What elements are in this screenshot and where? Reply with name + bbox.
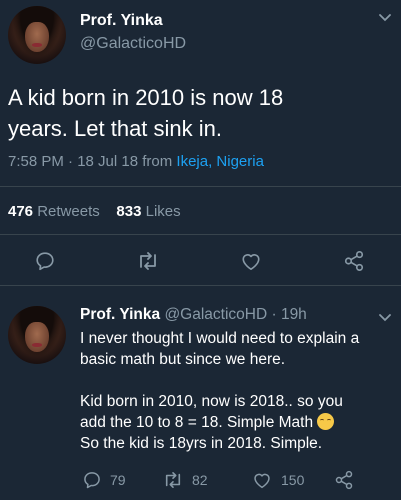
divider bbox=[0, 285, 401, 286]
retweet-icon[interactable] bbox=[136, 251, 160, 271]
share-icon[interactable] bbox=[334, 470, 354, 490]
retweets-stat[interactable]: 476 Retweets bbox=[8, 203, 100, 220]
author-handle[interactable]: @GalacticoHD bbox=[80, 35, 186, 53]
divider bbox=[0, 234, 401, 235]
like-count: 150 bbox=[281, 472, 305, 488]
tweet-meta: 7:58 PM · 18 Jul 18 from Ikeja, Nigeria bbox=[8, 153, 264, 170]
reply-text-line: So the kid is 18yrs in 2018. Simple. bbox=[80, 435, 323, 452]
heart-icon[interactable] bbox=[240, 251, 262, 271]
retweets-count: 476 bbox=[8, 203, 34, 220]
reply-header: Prof. Yinka @GalacticoHD · 19h bbox=[80, 306, 307, 324]
reply-text-line: I never thought I would need to explain … bbox=[80, 330, 360, 347]
relieved-face-emoji bbox=[317, 413, 335, 430]
reply-text-line: basic math but since we here. bbox=[80, 351, 286, 368]
tweet-text-line: A kid born in 2010 is now 18 bbox=[8, 85, 284, 110]
author-display-name[interactable]: Prof. Yinka bbox=[80, 12, 163, 30]
tweet-text-line: years. Let that sink in. bbox=[8, 116, 222, 141]
likes-count: 833 bbox=[116, 203, 142, 220]
tweet-timestamp[interactable]: 7:58 PM · 18 Jul 18 from bbox=[8, 153, 176, 170]
reply-handle-time[interactable]: @GalacticoHD · 19h bbox=[164, 306, 306, 323]
divider bbox=[0, 186, 401, 187]
share-icon[interactable] bbox=[343, 250, 365, 272]
reply-icon[interactable] bbox=[34, 250, 56, 272]
author-avatar[interactable] bbox=[8, 6, 66, 64]
reply-text-line: Kid born in 2010, now is 2018.. so you bbox=[80, 393, 343, 410]
chevron-down-icon[interactable] bbox=[378, 310, 392, 326]
retweet-count: 82 bbox=[192, 472, 208, 488]
retweets-label: Retweets bbox=[37, 203, 100, 220]
retweet-icon[interactable] bbox=[162, 471, 184, 489]
likes-label: Likes bbox=[145, 203, 181, 220]
reply-text-line: add the 10 to 8 = 18. Simple Math bbox=[80, 414, 314, 431]
reply-count: 79 bbox=[110, 472, 126, 488]
reply-display-name[interactable]: Prof. Yinka bbox=[80, 306, 160, 323]
reply-text: I never thought I would need to explain … bbox=[80, 328, 395, 454]
reply-author-avatar[interactable] bbox=[8, 306, 66, 364]
chevron-down-icon[interactable] bbox=[378, 10, 392, 26]
tweet-text: A kid born in 2010 is now 18 years. Let … bbox=[8, 82, 283, 144]
tweet-location-link[interactable]: Ikeja, Nigeria bbox=[176, 153, 264, 170]
heart-icon[interactable] bbox=[252, 471, 272, 489]
reply-icon[interactable] bbox=[82, 470, 102, 490]
tweet-stats: 476 Retweets 833 Likes bbox=[8, 203, 181, 220]
likes-stat[interactable]: 833 Likes bbox=[116, 203, 180, 220]
